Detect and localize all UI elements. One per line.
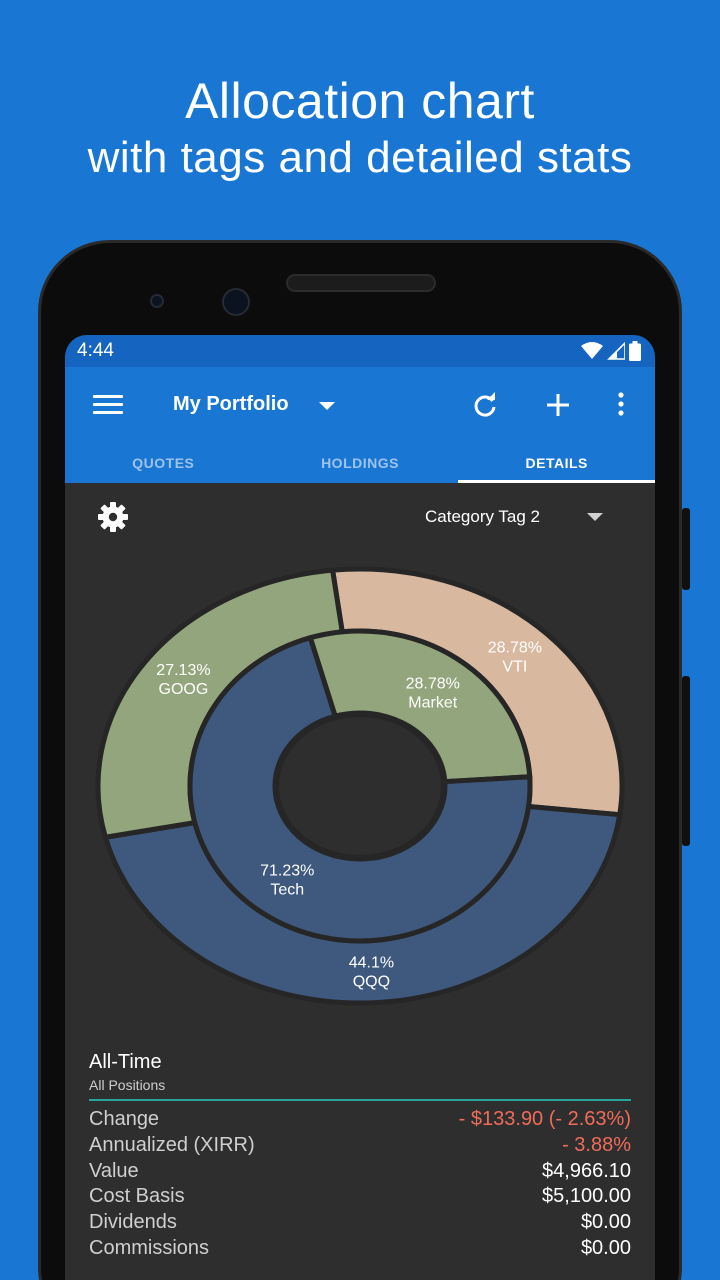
phone-front-camera xyxy=(222,288,250,316)
stat-value: - 3.88% xyxy=(562,1133,631,1156)
outer-slice-value-label: 28.78% xyxy=(488,639,542,656)
stat-value: $0.00 xyxy=(580,1211,631,1234)
chart-center-hole xyxy=(275,713,445,859)
stat-label: Annualized (XIRR) xyxy=(89,1133,255,1156)
outer-slice-name-label: QQQ xyxy=(353,974,390,991)
stats-divider xyxy=(89,1099,631,1101)
allocation-chart: 28.78% VTI 44.1% QQQ 27.13% GOOG 28.78% Market 7… xyxy=(95,566,625,1006)
stat-row: Change - $133.90 (- 2.63%) xyxy=(89,1107,631,1133)
portfolio-dropdown-icon[interactable] xyxy=(319,402,335,410)
stat-label: Dividends xyxy=(89,1211,177,1234)
tab-details[interactable]: DETAILS xyxy=(458,443,655,483)
stat-value: - $133.90 (- 2.63%) xyxy=(458,1108,631,1130)
stat-label: Change xyxy=(89,1108,160,1130)
inner-slice-name-label: Tech xyxy=(270,882,304,899)
stat-row: Value $4,966.10 xyxy=(89,1159,631,1185)
portfolio-title[interactable]: My Portfolio xyxy=(173,393,289,416)
stat-row: Dividends $0.00 xyxy=(89,1210,631,1236)
phone-side-button-lower xyxy=(682,676,690,846)
stat-row: Commissions $0.00 xyxy=(89,1236,631,1262)
stats-subtitle: All Positions xyxy=(89,1077,166,1093)
inner-slice-value-label: 28.78% xyxy=(406,675,460,692)
stat-label: Commissions xyxy=(89,1236,210,1259)
outer-slice-name-label: VTI xyxy=(502,658,527,675)
inner-slice-name-label: Market xyxy=(408,694,457,711)
outer-slice-value-label: 27.13% xyxy=(156,662,210,679)
tab-holdings[interactable]: HOLDINGS xyxy=(262,443,459,483)
add-icon[interactable] xyxy=(544,391,572,419)
stat-label: Cost Basis xyxy=(89,1185,185,1208)
tag-select-dropdown-icon[interactable] xyxy=(587,513,603,521)
cell-signal-icon xyxy=(607,342,625,360)
app-bar: My Portfolio xyxy=(65,367,655,443)
more-vert-icon[interactable] xyxy=(607,391,635,419)
phone-speaker xyxy=(286,274,436,292)
stats-panel: All-Time All Positions Change - $133.90 (… xyxy=(89,1051,631,1262)
tab-bar: QUOTES HOLDINGS DETAILS xyxy=(65,443,655,483)
status-bar: 4:44 xyxy=(65,335,655,367)
tag-select[interactable]: Category Tag 2 xyxy=(425,507,540,527)
tab-quotes[interactable]: QUOTES xyxy=(65,443,262,483)
outer-slice-name-label: GOOG xyxy=(159,681,209,698)
headline-line-2: with tags and detailed stats xyxy=(87,133,633,182)
details-content: 28.78% VTI 44.1% QQQ 27.13% GOOG 28.78% Market 7… xyxy=(65,483,655,1280)
phone-side-button-upper xyxy=(682,508,690,590)
stat-value: $0.00 xyxy=(580,1236,631,1259)
battery-icon xyxy=(629,341,641,361)
stat-label: Value xyxy=(89,1159,139,1182)
wifi-icon xyxy=(581,342,603,359)
headline-line-1: Allocation chart xyxy=(185,73,535,129)
status-icons xyxy=(581,341,641,361)
promo-headline: Allocation chart with tags and detailed … xyxy=(0,72,720,186)
stats-title: All-Time xyxy=(89,1051,162,1073)
status-time: 4:44 xyxy=(77,340,114,361)
stat-value: $4,966.10 xyxy=(542,1159,631,1182)
phone-sensor xyxy=(150,294,164,308)
stat-row: Cost Basis $5,100.00 xyxy=(89,1184,631,1210)
settings-gear-icon[interactable] xyxy=(97,501,129,533)
app-screen: 4:44 My Portfolio QUOTES HOLDINGS DETAIL… xyxy=(65,335,655,1280)
refresh-icon[interactable] xyxy=(471,391,499,419)
outer-slice-value-label: 44.1% xyxy=(349,955,394,972)
stat-value: $5,100.00 xyxy=(542,1185,631,1208)
menu-icon[interactable] xyxy=(93,395,123,415)
stat-row: Annualized (XIRR) - 3.88% xyxy=(89,1133,631,1159)
inner-slice-value-label: 71.23% xyxy=(260,863,314,880)
